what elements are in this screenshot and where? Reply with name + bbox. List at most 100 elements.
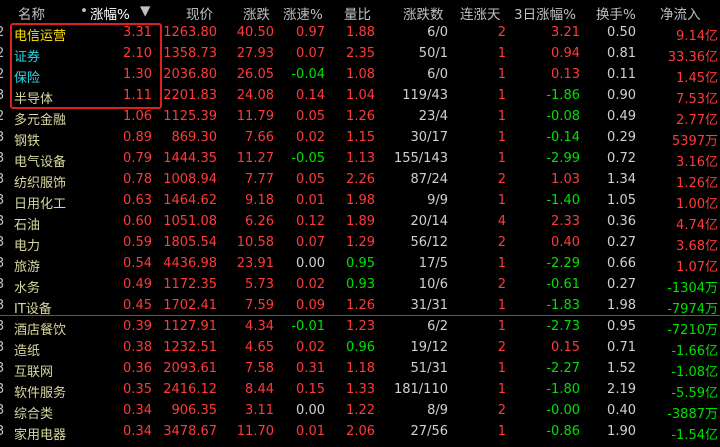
table-row[interactable]: 3 水务 0.49 1172.35 5.73 0.02 0.93 10/6 2 -0.61 0.27… (0, 274, 720, 296)
cell-name: 软件服务 (14, 386, 67, 401)
cell-streak: 1 (497, 298, 506, 313)
table-row[interactable]: 2 多元金融 1.06 1125.39 11.79 0.05 1.26 23/4 1 -0.08 0… (0, 106, 720, 128)
cell-ud: 155/143 (393, 151, 448, 166)
cell-chg: 7.59 (245, 298, 274, 313)
header-pct[interactable]: 涨幅% (90, 3, 130, 23)
cell-to: 0.95 (607, 319, 636, 334)
cell-speed: 0.02 (296, 277, 325, 292)
cell-speed: 0.01 (296, 424, 325, 439)
cell-inflow: 1.00亿 (676, 197, 718, 212)
cell-ud: 50/1 (418, 46, 448, 61)
cell-inflow: 33.36亿 (667, 50, 718, 65)
header-streak[interactable]: 连涨天 (460, 3, 501, 23)
cell-idx: 3 (0, 193, 5, 208)
header-vol-ratio[interactable]: 量比 (344, 3, 371, 23)
header-name[interactable]: 名称 (18, 3, 45, 23)
cell-p3: -0.14 (546, 130, 580, 145)
cell-vr: 0.95 (346, 256, 375, 271)
cell-price: 1051.08 (163, 214, 217, 229)
cell-to: 1.52 (607, 361, 636, 376)
cell-streak: 2 (497, 403, 506, 418)
cell-chg: 27.93 (236, 46, 274, 61)
header-turnover[interactable]: 换手% (596, 3, 636, 23)
cell-p3: -2.99 (546, 151, 580, 166)
table-row[interactable]: 2 证券 2.10 1358.73 27.93 0.07 2.35 50/1 1 0.94 0.81… (0, 43, 720, 65)
table-row[interactable]: 3 半导体 1.11 2201.83 24.08 0.14 1.04 119/43 1 -1.86… (0, 85, 720, 107)
table-row[interactable]: 3 IT设备 0.45 1702.41 7.59 0.09 1.26 31/31 1 -1.83 1… (0, 295, 720, 317)
table-row[interactable]: 3 日用化工 0.63 1464.62 9.18 0.01 1.98 9/9 1 -1.40 1.0… (0, 190, 720, 212)
cell-pct: 1.11 (123, 88, 152, 103)
table-row[interactable]: 3 石油 0.60 1051.08 6.26 0.12 1.89 20/14 4 2.33 0.36… (0, 211, 720, 233)
cell-price: 1008.94 (163, 172, 217, 187)
cell-streak: 1 (497, 88, 506, 103)
cell-pct: 0.36 (123, 361, 152, 376)
cell-p3: -2.29 (546, 256, 580, 271)
cell-price: 3478.67 (163, 424, 217, 439)
table-row[interactable]: 3 酒店餐饮 0.39 1127.91 4.34 -0.01 1.23 6/2 1 -2.73 0.… (0, 316, 720, 338)
cell-vr: 1.23 (346, 319, 375, 334)
cell-inflow: 5397万 (671, 134, 718, 149)
cell-inflow: -5.59亿 (671, 386, 718, 401)
cell-streak: 1 (497, 67, 506, 82)
cell-chg: 7.58 (245, 361, 274, 376)
table-row[interactable]: 3 电气设备 0.79 1444.35 11.27 -0.05 1.13 155/143 1 -2… (0, 148, 720, 170)
table-row[interactable]: 3 电力 0.59 1805.54 10.58 0.07 1.29 56/12 2 0.40 0.2… (0, 232, 720, 254)
cell-to: 0.90 (607, 88, 636, 103)
cell-inflow: 1.26亿 (676, 176, 718, 191)
cell-streak: 4 (497, 214, 506, 229)
cell-to: 1.98 (607, 298, 636, 313)
cell-chg: 23.91 (236, 256, 274, 271)
cell-vr: 1.15 (346, 130, 375, 145)
cell-idx: 3 (0, 361, 5, 376)
cell-to: 1.34 (607, 172, 636, 187)
header-inflow[interactable]: 净流入 (660, 3, 701, 23)
table-row[interactable]: 3 综合类 0.34 906.35 3.11 0.00 1.22 8/9 2 -0.00 0.40 -… (0, 400, 720, 422)
cell-streak: 2 (497, 235, 506, 250)
cell-pct: 0.60 (123, 214, 152, 229)
header-up-down[interactable]: 涨跌数 (403, 3, 444, 23)
cell-price: 2416.12 (163, 382, 217, 397)
table-row[interactable]: 3 家用电器 0.34 3478.67 11.70 0.01 2.06 27/56 1 -0.86… (0, 421, 720, 443)
table-row[interactable]: 3 纺织服饰 0.78 1008.94 7.77 0.05 2.26 87/24 2 1.03 1.… (0, 169, 720, 191)
cell-idx: 2 (0, 67, 5, 82)
cell-ud: 87/24 (410, 172, 448, 187)
header-price[interactable]: 现价 (186, 3, 213, 23)
table-row[interactable]: 3 旅游 0.54 4436.98 23.91 0.00 0.95 17/5 1 -2.29 0.6… (0, 253, 720, 275)
cell-chg: 6.26 (245, 214, 274, 229)
table-row[interactable]: 2 保险 1.30 2036.80 26.05 -0.04 1.08 6/0 1 0.13 0.11… (0, 64, 720, 86)
table-row[interactable]: 3 造纸 0.38 1232.51 4.65 0.02 0.96 19/12 2 0.15 0.71… (0, 337, 720, 359)
cell-speed: 0.02 (296, 340, 325, 355)
cell-vr: 2.26 (346, 172, 375, 187)
cell-vr: 1.88 (346, 25, 375, 40)
cell-streak: 2 (497, 25, 506, 40)
cell-speed: 0.09 (296, 298, 325, 313)
sort-desc-icon[interactable]: ▼ (140, 3, 150, 19)
cell-pct: 0.89 (123, 130, 152, 145)
cell-streak: 1 (497, 256, 506, 271)
table-row[interactable]: 3 钢铁 0.89 869.30 7.66 0.02 1.15 30/17 1 -0.14 0.29… (0, 127, 720, 149)
cell-to: 0.29 (607, 130, 636, 145)
cell-ud: 6/2 (427, 319, 448, 334)
table-row[interactable]: 3 互联网 0.36 2093.61 7.58 0.31 1.18 51/31 1 -2.27 1.… (0, 358, 720, 380)
table-row[interactable]: 2 电信运营 3.31 1263.80 40.50 0.97 1.88 6/0 2 3.21 0.5… (0, 22, 720, 44)
cell-speed: -0.01 (291, 319, 325, 334)
cell-price: 1127.91 (163, 319, 217, 334)
header-chg[interactable]: 涨跌 (243, 3, 270, 23)
cell-ud: 27/56 (410, 424, 448, 439)
cell-to: 0.72 (607, 151, 636, 166)
cell-inflow: -1.54亿 (671, 428, 718, 443)
header-pct3[interactable]: 3日涨幅% (514, 3, 576, 23)
cell-inflow: 4.74亿 (676, 218, 718, 233)
table-row[interactable]: 3 软件服务 0.35 2416.12 8.44 0.15 1.33 181/110 1 -1.8… (0, 379, 720, 401)
cell-pct: 1.30 (123, 67, 152, 82)
cell-p3: -1.83 (546, 298, 580, 313)
header-speed[interactable]: 涨速% (283, 3, 323, 23)
cell-inflow: -7210万 (667, 323, 718, 338)
cell-p3: 2.33 (551, 214, 580, 229)
cell-speed: 0.14 (296, 88, 325, 103)
cell-p3: -0.61 (546, 277, 580, 292)
cell-idx: 3 (0, 319, 5, 334)
cell-pct: 0.45 (123, 298, 152, 313)
cell-price: 869.30 (171, 130, 218, 145)
cell-streak: 1 (497, 382, 506, 397)
